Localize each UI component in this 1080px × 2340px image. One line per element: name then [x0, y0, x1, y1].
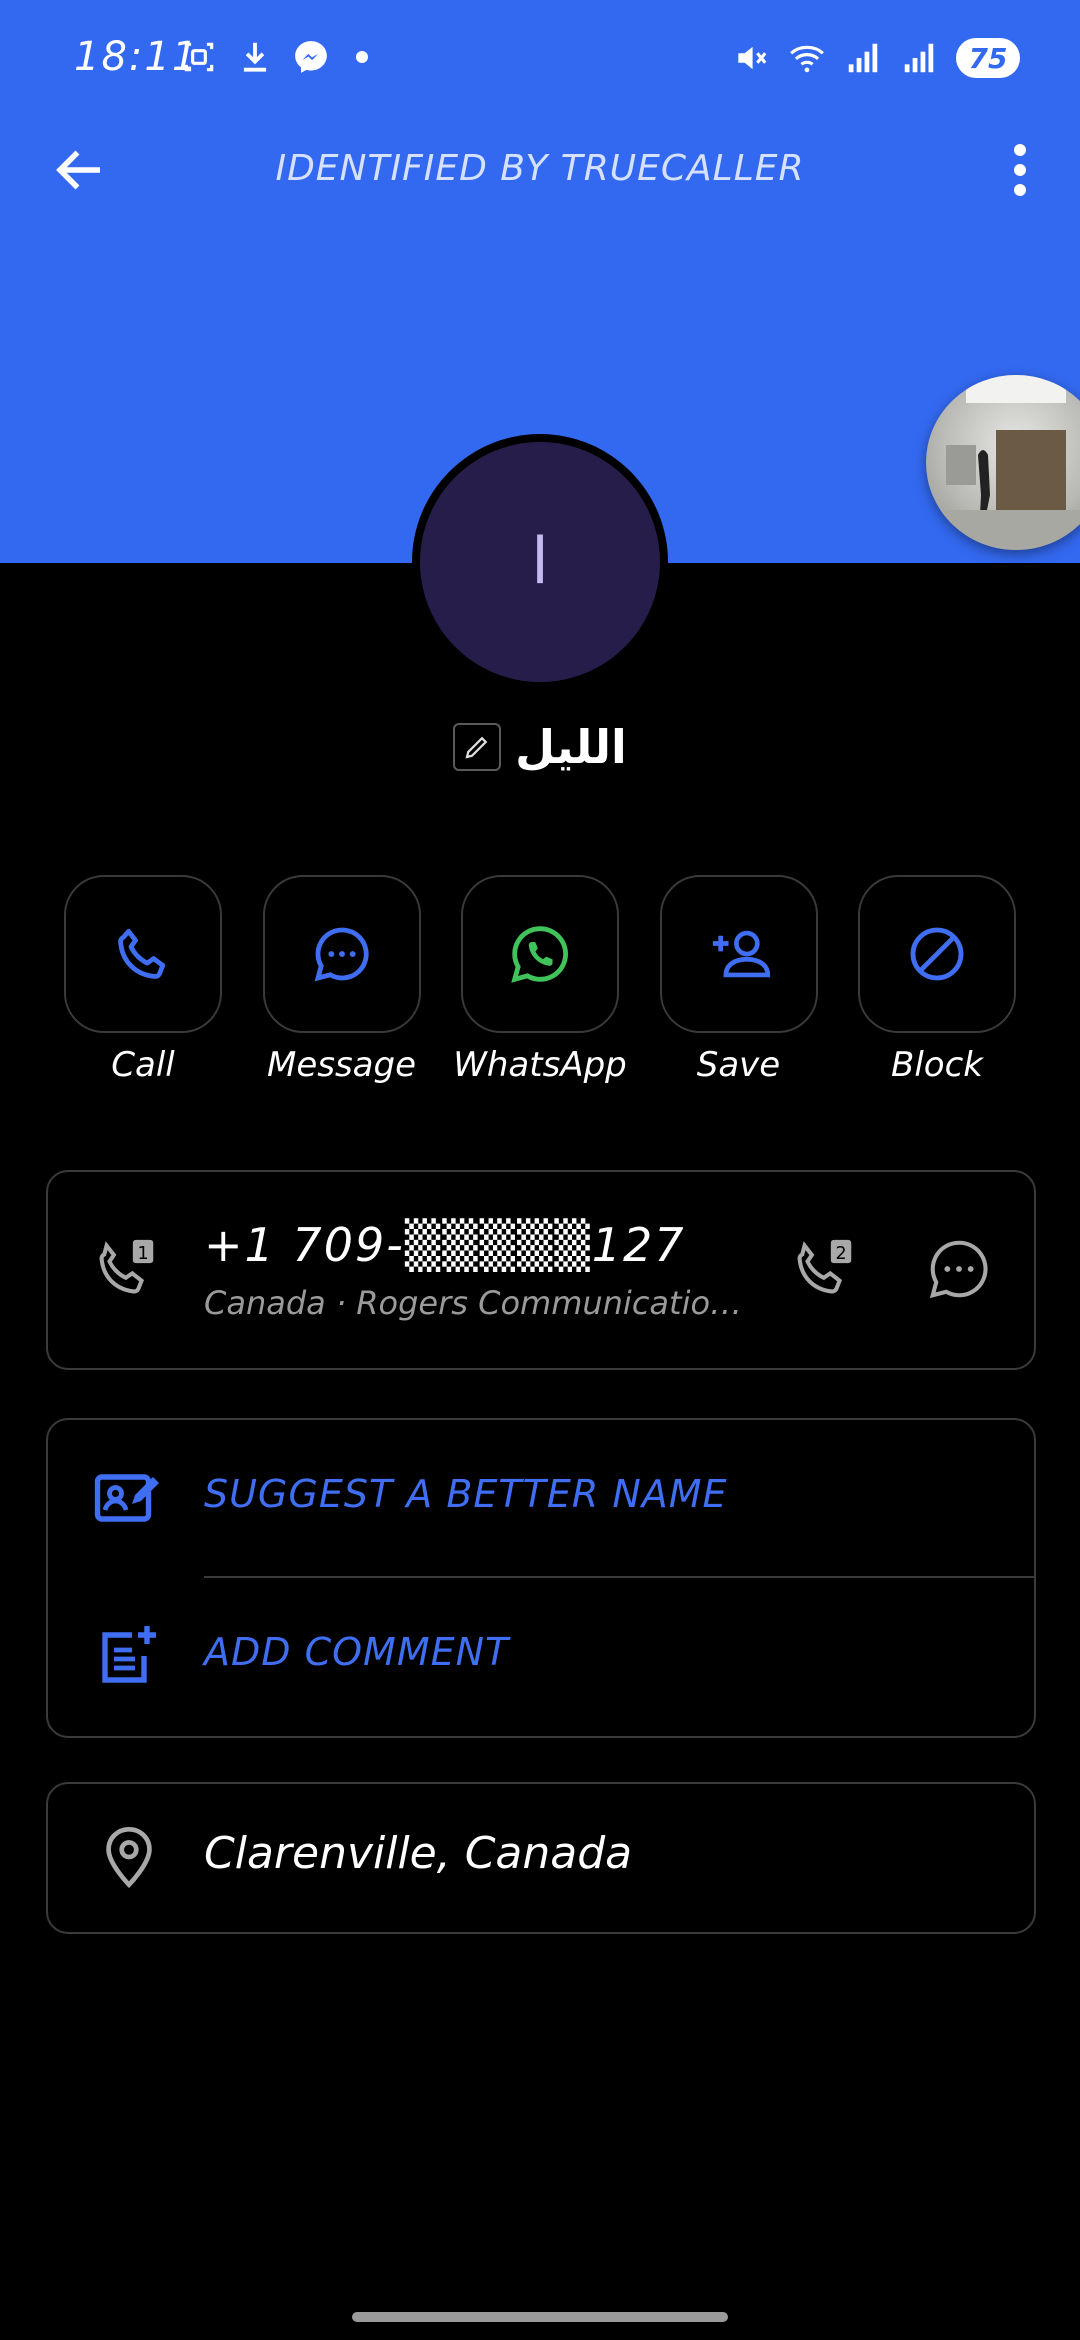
block-icon	[910, 927, 964, 981]
save-button[interactable]	[659, 875, 818, 1033]
status-icons-right: 75	[732, 38, 1020, 78]
home-indicator[interactable]	[352, 2312, 728, 2322]
save-label: Save	[696, 1045, 781, 1085]
action-buttons: Call Message WhatsApp Save Block	[64, 875, 1016, 1085]
message-action[interactable]: Message	[262, 875, 421, 1085]
pencil-icon[interactable]	[453, 723, 502, 771]
dot-icon	[356, 51, 368, 63]
phone-number: +1 709-▒▒▒▒▒127	[204, 1218, 686, 1272]
status-icons-left	[180, 38, 368, 76]
page-title: IDENTIFIED BY TRUECALLER	[275, 148, 805, 189]
sms-icon[interactable]	[924, 1234, 994, 1304]
screenshot-icon	[184, 42, 214, 72]
location-label: Clarenville, Canada	[204, 1828, 633, 1879]
save-action[interactable]: Save	[659, 875, 818, 1085]
phone-icon	[118, 928, 166, 979]
svg-text:1: 1	[137, 1244, 148, 1264]
suggest-name-label: SUGGEST A BETTER NAME	[204, 1472, 728, 1516]
whatsapp-button[interactable]	[461, 875, 619, 1033]
block-action[interactable]: Block	[858, 875, 1016, 1085]
call-action[interactable]: Call	[64, 875, 222, 1085]
whatsapp-icon	[511, 926, 568, 983]
block-label: Block	[891, 1045, 983, 1085]
sim1-call-icon[interactable]: 1	[92, 1234, 162, 1304]
signal-icon	[904, 43, 934, 73]
avatar-ring: ا	[412, 434, 668, 690]
messenger-icon	[295, 41, 327, 73]
download-icon	[243, 42, 267, 72]
app-bar: IDENTIFIED BY TRUECALLER	[0, 130, 1080, 210]
contact-name-row: الليل	[0, 720, 1080, 774]
signal-icon	[848, 43, 878, 73]
avatar[interactable]: ا	[420, 442, 660, 682]
svg-text:2: 2	[835, 1244, 846, 1264]
message-label: Message	[266, 1045, 416, 1085]
contact-name: الليل	[515, 720, 627, 774]
call-button[interactable]	[64, 875, 222, 1033]
call-label: Call	[111, 1045, 175, 1085]
suggestions-card: SUGGEST A BETTER NAME ADD COMMENT	[46, 1418, 1036, 1738]
mute-icon	[738, 46, 767, 70]
add-comment-row[interactable]: ADD COMMENT	[48, 1578, 1034, 1734]
block-button[interactable]	[858, 875, 1016, 1033]
add-person-icon	[712, 930, 770, 978]
battery-indicator: 75	[956, 38, 1020, 78]
add-comment-icon	[102, 1626, 156, 1683]
location-card[interactable]: Clarenville, Canada	[46, 1782, 1036, 1934]
whatsapp-label: WhatsApp	[453, 1045, 627, 1085]
phone-carrier: Canada · Rogers Communicatio…	[204, 1284, 743, 1322]
suggest-name-icon	[94, 1474, 159, 1522]
sim2-call-icon[interactable]: 2	[790, 1234, 860, 1304]
status-bar: 18:11 75	[0, 0, 1080, 120]
add-comment-label: ADD COMMENT	[204, 1630, 510, 1674]
message-button[interactable]	[262, 875, 421, 1033]
more-vertical-icon[interactable]	[1000, 140, 1040, 200]
whatsapp-action[interactable]: WhatsApp	[453, 875, 627, 1085]
message-icon	[314, 927, 369, 982]
location-pin-icon	[106, 1826, 152, 1889]
suggest-name-row[interactable]: SUGGEST A BETTER NAME	[48, 1420, 1034, 1578]
screen: 18:11 75 IDENTIFIED BY TRUECALLER ا اللي…	[0, 0, 1080, 2340]
wifi-icon	[790, 45, 824, 73]
phone-number-card[interactable]: 1 +1 709-▒▒▒▒▒127 Canada · Rogers Commun…	[46, 1170, 1036, 1370]
